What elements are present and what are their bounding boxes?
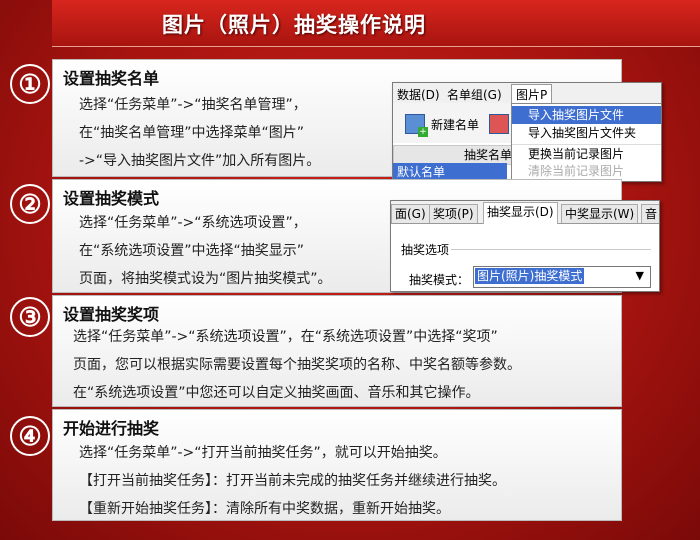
step-number-1: ① — [10, 64, 50, 104]
group-divider — [451, 249, 651, 250]
step-1-line-1: 选择“任务菜单”->“抽奖名单管理”， — [79, 97, 307, 113]
delete-list-icon[interactable] — [489, 114, 509, 134]
step-number-2: ② — [10, 184, 50, 224]
step-2-line-2: 在“系统选项设置”中选择“抽奖显示” — [79, 243, 305, 259]
screenshot-list-manager: 数据(D) 名单组(G) 图片P + 新建名单 抽奖名单 默认名单 导入抽奖图片… — [392, 82, 662, 182]
step-3-line-1: 选择“任务菜单”->“系统选项设置”，在“系统选项设置”中选择“奖项” — [73, 329, 498, 345]
step-1-line-2: 在“抽奖名单管理”中选择菜单“图片” — [79, 125, 305, 141]
step-number-4: ④ — [10, 416, 50, 456]
picture-dropdown: 导入抽奖图片文件 导入抽奖图片文件夹 更换当前记录图片 清除当前记录图片 — [511, 103, 661, 181]
menu-item-import-folder[interactable]: 导入抽奖图片文件夹 — [512, 124, 661, 142]
tab-bar: 面(G) 奖项(P) 抽奖显示(D) 中奖显示(W) 音 — [391, 201, 659, 224]
step-4-line-3: 【重新开始抽奖任务】：清除所有中奖数据，重新开始抽奖。 — [79, 501, 450, 517]
toolbar: + 新建名单 — [393, 103, 511, 143]
step-panel-3: 设置抽奖奖项 选择“任务菜单”->“系统选项设置”，在“系统选项设置”中选择“奖… — [52, 295, 622, 407]
menu-picture[interactable]: 图片P — [511, 84, 553, 105]
title-bar: 图片（照片）抽奖操作说明 — [52, 0, 700, 47]
step-3-line-3: 在“系统选项设置”中您还可以自定义抽奖画面、音乐和其它操作。 — [73, 385, 480, 401]
new-list-button[interactable]: 新建名单 — [431, 116, 479, 133]
page-title: 图片（照片）抽奖操作说明 — [162, 13, 426, 37]
step-number-3: ③ — [10, 297, 50, 337]
tab-winner-display[interactable]: 中奖显示(W) — [561, 204, 639, 223]
menu-item-import-files[interactable]: 导入抽奖图片文件 — [512, 106, 661, 124]
step-3-line-2: 页面，您可以根据实际需要设置每个抽奖奖项的名称、中奖名额等参数。 — [73, 357, 521, 373]
menu-list-group[interactable]: 名单组(G) — [447, 86, 502, 103]
screenshot-system-options: 面(G) 奖项(P) 抽奖显示(D) 中奖显示(W) 音 抽奖选项 抽奖模式： … — [390, 200, 660, 292]
menu-item-replace-image[interactable]: 更换当前记录图片 — [512, 144, 661, 162]
step-heading-2: 设置抽奖模式 — [63, 189, 160, 208]
step-4-line-1: 选择“任务菜单”->“打开当前抽奖任务”，就可以开始抽奖。 — [79, 445, 447, 461]
mode-select-value: 图片(照片)抽奖模式 — [475, 268, 585, 284]
step-panel-4: 开始进行抽奖 选择“任务菜单”->“打开当前抽奖任务”，就可以开始抽奖。 【打开… — [52, 409, 622, 521]
mode-label: 抽奖模式： — [409, 273, 470, 287]
group-label: 抽奖选项 — [401, 243, 450, 257]
step-heading-3: 设置抽奖奖项 — [63, 305, 160, 324]
new-list-icon: + — [405, 114, 428, 137]
menu-bar: 数据(D) 名单组(G) 图片P — [393, 83, 661, 105]
mode-select[interactable]: 图片(照片)抽奖模式 ▼ — [473, 266, 651, 288]
step-4-line-2: 【打开当前抽奖任务】：打开当前未完成的抽奖任务并继续进行抽奖。 — [79, 473, 506, 489]
step-2-line-1: 选择“任务菜单”->“系统选项设置”， — [79, 215, 307, 231]
chevron-down-icon[interactable]: ▼ — [636, 269, 644, 282]
menu-data[interactable]: 数据(D) — [397, 86, 440, 103]
tab-draw-display[interactable]: 抽奖显示(D) — [483, 202, 558, 224]
step-heading-1: 设置抽奖名单 — [63, 69, 160, 88]
step-1-line-3: ->“导入抽奖图片文件”加入所有图片。 — [79, 153, 321, 169]
step-heading-4: 开始进行抽奖 — [63, 419, 160, 438]
tab-music[interactable]: 音 — [641, 204, 659, 223]
tab-screen[interactable]: 面(G) — [391, 204, 430, 223]
column-header: 抽奖名单 — [393, 145, 513, 165]
menu-item-clear-image[interactable]: 清除当前记录图片 — [512, 162, 661, 180]
step-2-line-3: 页面，将抽奖模式设为“图片抽奖模式”。 — [79, 271, 332, 287]
tab-prizes[interactable]: 奖项(P) — [429, 204, 478, 223]
